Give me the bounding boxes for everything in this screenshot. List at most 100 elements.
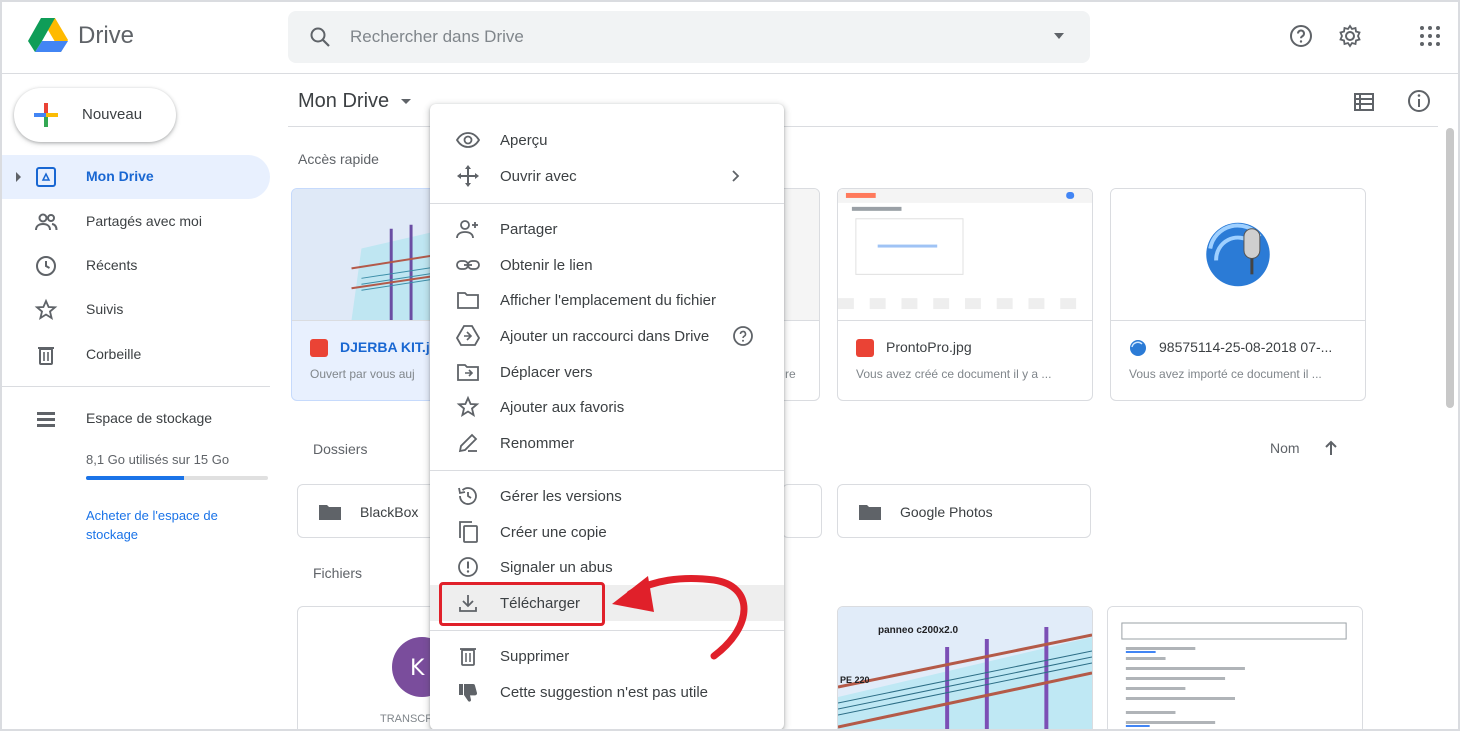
menu-item-manage-versions[interactable]: Gérer les versions	[430, 478, 784, 514]
menu-item-label: Ajouter un raccourci dans Drive	[500, 328, 710, 345]
menu-item-not-helpful[interactable]: Cette suggestion n'est pas utile	[430, 674, 784, 710]
history-icon	[458, 487, 477, 505]
scrollbar[interactable]	[1446, 128, 1454, 408]
sidebar-item-starred[interactable]: Suivis	[2, 288, 270, 332]
menu-item-label: Aperçu	[500, 132, 548, 149]
folder-item[interactable]: BlackBox	[297, 484, 437, 538]
web-file-icon	[1130, 340, 1146, 356]
storage-usage-text: 8,1 Go utilisés sur 15 Go	[86, 452, 230, 467]
sidebar-item-my-drive[interactable]: Mon Drive	[2, 155, 270, 199]
breadcrumb-dropdown-icon[interactable]	[401, 99, 411, 104]
menu-item-label: Afficher l'emplacement du fichier	[500, 292, 717, 309]
report-icon	[458, 557, 478, 577]
move-to-icon	[457, 364, 479, 381]
file-subtitle: Vous avez créé ce document il y a ...	[856, 367, 1052, 381]
help-icon[interactable]	[1287, 22, 1315, 50]
thumbnail-caption: panneo c200x2.0	[878, 625, 959, 636]
info-icon[interactable]	[1406, 88, 1432, 114]
menu-item-preview[interactable]: Aperçu	[430, 122, 784, 158]
file-thumbnail	[838, 607, 1092, 729]
quick-access-card[interactable]: 98575114-25-08-2018 07-... Vous avez imp…	[1110, 188, 1366, 401]
sidebar-item-label: Mon Drive	[86, 168, 154, 184]
folder-location-icon	[457, 292, 479, 309]
search-input[interactable]	[350, 11, 1030, 63]
menu-item-label: Créer une copie	[500, 524, 607, 541]
buy-storage-link[interactable]: Acheter de l'espace de stockage	[86, 506, 266, 544]
menu-item-label: Cette suggestion n'est pas utile	[500, 684, 708, 701]
menu-item-show-location[interactable]: Afficher l'emplacement du fichier	[430, 282, 784, 318]
app-name[interactable]: Drive	[78, 22, 134, 50]
sidebar-item-label: Partagés avec moi	[86, 213, 202, 229]
settings-icon[interactable]	[1336, 22, 1364, 50]
sidebar-item-storage[interactable]: Espace de stockage	[2, 397, 270, 441]
drive-shortcut-icon	[456, 325, 480, 346]
menu-item-label: Renommer	[500, 435, 575, 452]
image-file-icon	[310, 339, 328, 357]
chevron-right-icon	[732, 170, 740, 182]
file-card[interactable]: panneo c200x2.0 PE 220	[837, 606, 1093, 729]
folder-icon	[319, 505, 341, 520]
menu-item-open-with[interactable]: Ouvrir avec	[430, 158, 784, 194]
menu-item-label: Gérer les versions	[500, 488, 622, 505]
sort-arrow-up-icon[interactable]	[1322, 438, 1340, 458]
file-thumbnail	[1111, 189, 1365, 321]
new-button[interactable]: Nouveau	[14, 88, 176, 142]
highlight-box	[439, 582, 605, 626]
file-name: 98575114-25-08-2018 07-...	[1159, 339, 1333, 355]
menu-item-make-copy[interactable]: Créer une copie	[430, 514, 784, 550]
open-with-icon	[457, 165, 479, 187]
file-card[interactable]	[1107, 606, 1363, 729]
drive-window: Drive Rechercher dans Drive Nouveau Mon …	[0, 0, 1460, 731]
menu-item-share[interactable]: Partager	[430, 211, 784, 247]
menu-item-label: Supprimer	[500, 648, 570, 665]
star-icon	[34, 298, 58, 320]
folder-item[interactable]	[782, 484, 822, 538]
delete-icon	[460, 648, 476, 666]
folders-heading: Dossiers	[313, 441, 368, 457]
sidebar-item-shared[interactable]: Partagés avec moi	[2, 200, 270, 244]
file-thumbnail	[838, 189, 1092, 321]
share-person-icon	[456, 220, 478, 239]
search-bar[interactable]	[288, 11, 1090, 63]
file-subtitle: Vous avez importé ce document il ...	[1129, 367, 1322, 381]
menu-item-label: Ajouter aux favoris	[500, 399, 625, 416]
menu-item-add-shortcut[interactable]: Ajouter un raccourci dans Drive	[430, 318, 784, 354]
drive-logo-icon[interactable]	[26, 16, 70, 56]
sort-label[interactable]: Nom	[1270, 440, 1300, 456]
search-icon[interactable]	[308, 25, 332, 49]
plus-icon	[34, 103, 58, 127]
new-button-label: Nouveau	[82, 106, 143, 123]
folder-item[interactable]: Google Photos	[837, 484, 1091, 538]
sidebar-item-recent[interactable]: Récents	[2, 244, 270, 288]
expand-arrow-icon[interactable]	[16, 172, 21, 182]
link-icon	[456, 260, 480, 270]
list-view-icon[interactable]	[1352, 90, 1376, 114]
shared-icon	[35, 213, 58, 231]
breadcrumb[interactable]: Mon Drive	[298, 90, 389, 113]
search-options-icon[interactable]	[1054, 33, 1064, 39]
file-name: DJERBA KIT.jp	[340, 339, 439, 355]
trash-icon	[38, 347, 54, 365]
file-subtitle: Ouvert par vous auj	[310, 367, 415, 381]
menu-item-rename[interactable]: Renommer	[430, 425, 784, 461]
sidebar-item-label: Récents	[86, 257, 138, 273]
clock-icon	[36, 256, 56, 276]
sidebar-item-trash[interactable]: Corbeille	[2, 333, 270, 377]
folder-name: BlackBox	[360, 504, 419, 520]
apps-icon[interactable]	[1416, 22, 1444, 50]
menu-item-add-favorites[interactable]: Ajouter aux favoris	[430, 389, 784, 425]
menu-item-move-to[interactable]: Déplacer vers	[430, 354, 784, 390]
storage-usage-bar	[86, 476, 268, 480]
help-icon[interactable]	[732, 325, 754, 347]
file-name: ProntoPro.jpg	[886, 339, 972, 355]
menu-item-label: Signaler un abus	[500, 559, 613, 576]
my-drive-icon	[36, 167, 56, 187]
folder-icon	[859, 505, 881, 520]
sidebar-divider	[2, 386, 270, 387]
annotation-arrow-icon	[612, 575, 748, 660]
quick-access-card[interactable]: ProntoPro.jpg Vous avez créé ce document…	[837, 188, 1093, 401]
menu-item-get-link[interactable]: Obtenir le lien	[430, 247, 784, 283]
top-bar: Drive	[2, 2, 1458, 74]
star-outline-icon	[456, 395, 480, 417]
rename-icon	[458, 433, 478, 453]
